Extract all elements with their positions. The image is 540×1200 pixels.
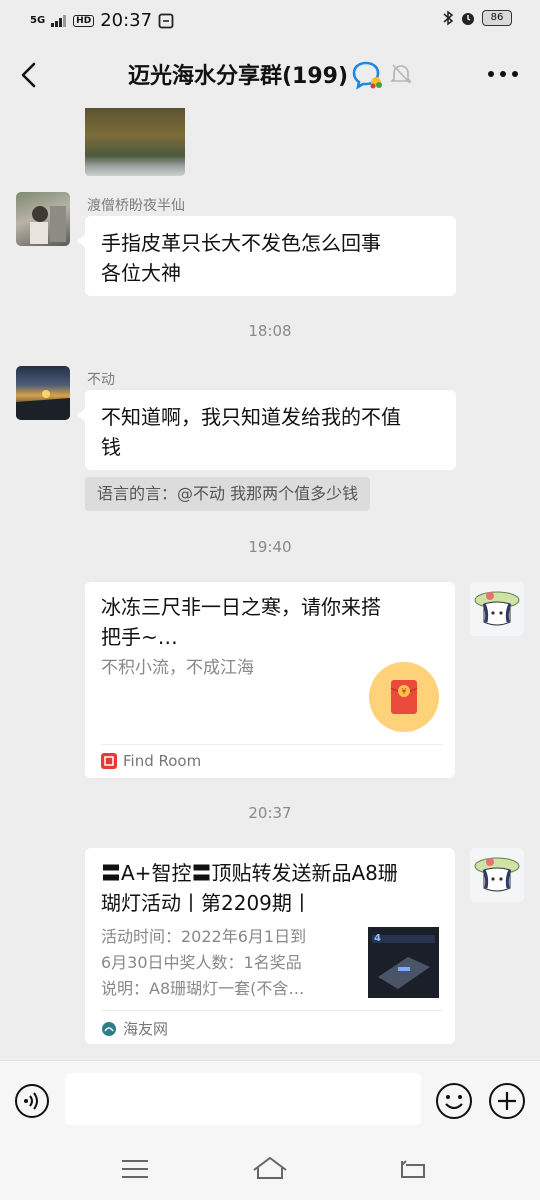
haiyou-logo-icon [102,1021,116,1036]
avatar-image [474,857,520,892]
card-description-line: 说明：A8珊瑚灯一套(不含… [101,979,305,998]
home-icon[interactable] [252,1154,288,1182]
notification-icon [158,13,174,28]
sender-name: 渡僧桥盼夜半仙 [87,198,185,214]
message-bubble[interactable]: 手指皮革只长大不发色怎么回事 各位大神 [77,216,456,296]
clock: 20:37 [100,10,153,31]
product-thumbnail: 4 [368,927,439,998]
card-title: 〓A+智控〓顶贴转发送新品A8珊 瑚灯活动丨第2209期丨 [101,858,439,918]
card-title-line: 瑚灯活动丨第2209期丨 [101,891,312,915]
timestamp: 20:37 [248,804,292,822]
svg-text:4: 4 [374,933,381,944]
card-description: 活动时间：2022年6月1日到 6月30日中奖人数：1名奖品 说明：A8珊瑚灯一… [101,924,341,1002]
card-description-line: 活动时间：2022年6月1日到 [101,927,307,946]
chat-header: 迈光海水分享群(199) [0,40,540,110]
avatar-image [30,206,66,244]
card-divider [101,744,443,745]
return-icon[interactable] [398,1157,426,1181]
chat-title: 迈光海水分享群(199) [128,64,349,89]
card-source-label: 海友网 [123,1020,169,1038]
menu-icon[interactable] [121,1157,149,1181]
hd-badge: HD [73,14,95,27]
network-indicator: 5G [30,14,46,26]
card-title-line: 把手~… [101,625,178,649]
image-message-thumbnail[interactable] [85,108,185,176]
battery-indicator: 86 [482,10,512,26]
avatar-image [16,390,70,420]
card-title-line: 〓A+智控〓顶贴转发送新品A8珊 [101,861,398,885]
sender-name: 不动 [87,372,115,388]
system-nav-bar [0,1140,540,1200]
link-card[interactable]: 冰冻三尺非一日之寒，请你来搭 把手~… 不积小流，不成江海 ¥ Find Roo… [85,582,455,778]
timestamp: 18:08 [248,322,292,340]
message-text-line: 钱 [101,435,121,459]
input-bar [0,1060,540,1141]
svg-text:¥: ¥ [401,687,406,696]
plus-icon[interactable] [488,1082,526,1120]
card-divider [101,1010,443,1011]
more-dots-icon[interactable] [486,64,520,84]
card-description-line: 6月30日中奖人数：1名奖品 [101,953,302,972]
back-arrow-icon[interactable] [16,60,46,90]
message-input[interactable] [65,1073,421,1125]
own-avatar[interactable] [470,582,524,636]
card-source: 海友网 [101,1018,168,1039]
message-text-line: 各位大神 [101,261,181,285]
card-description: 不积小流，不成江海 [101,658,254,678]
signal-icon [51,14,67,27]
emoji-icon[interactable] [435,1082,473,1120]
card-title: 冰冻三尺非一日之寒，请你来搭 把手~… [101,592,439,652]
card-source: Find Room [101,752,201,770]
timestamp: 19:40 [248,538,292,556]
bell-off-icon [390,64,412,84]
voice-icon[interactable] [14,1083,50,1119]
card-source-label: Find Room [123,752,202,770]
quoted-reply[interactable]: 语言的言：@不动 我那两个值多少钱 [85,477,371,511]
find-room-logo-icon [101,753,117,769]
red-packet-icon: ¥ [369,662,439,732]
status-bar: 5G HD 20:37 86 [0,0,540,40]
avatar-image [474,591,520,626]
group-chat-icon[interactable] [352,60,384,90]
link-card[interactable]: 〓A+智控〓顶贴转发送新品A8珊 瑚灯活动丨第2209期丨 活动时间：2022年… [85,848,455,1044]
card-title-line: 冰冻三尺非一日之寒，请你来搭 [101,595,381,619]
own-avatar[interactable] [470,848,524,902]
alarm-icon [462,13,474,25]
avatar[interactable] [16,192,70,246]
message-text-line: 不知道啊，我只知道发给我的不值 [101,405,401,429]
message-text-line: 手指皮革只长大不发色怎么回事 [101,231,381,255]
message-bubble[interactable]: 不知道啊，我只知道发给我的不值 钱 [77,390,456,470]
avatar[interactable] [16,366,70,420]
bluetooth-icon [443,10,454,26]
